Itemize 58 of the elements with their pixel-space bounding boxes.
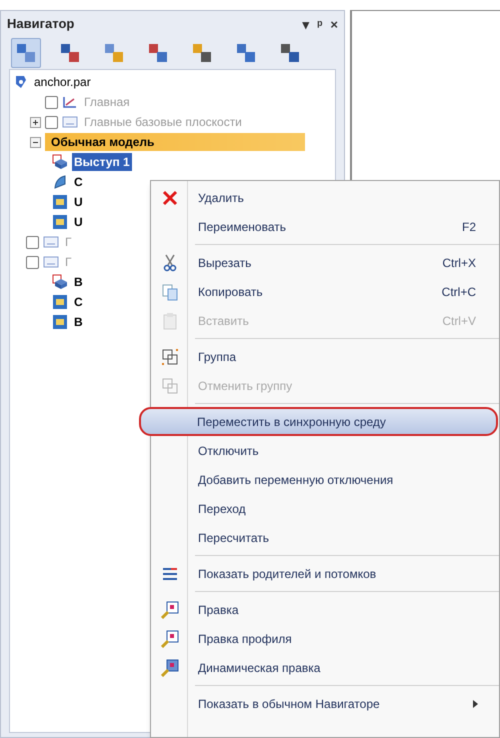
plane-icon xyxy=(62,115,78,129)
menu-item[interactable]: Переход xyxy=(152,494,498,523)
edit-icon xyxy=(161,630,179,648)
menu-item[interactable]: Переместить в синхронную среду xyxy=(139,407,498,436)
tree-item[interactable]: С xyxy=(72,293,85,311)
menu-item[interactable]: Копировать Ctrl+C xyxy=(152,277,498,306)
panel-control-button[interactable]: × xyxy=(330,18,338,30)
paste-icon xyxy=(161,312,179,330)
toolbar-icon xyxy=(235,42,257,64)
panel-control-button[interactable]: ᵖ xyxy=(317,18,322,30)
menu-item[interactable]: Добавить переменную отключения xyxy=(152,465,498,494)
toolbar-icon xyxy=(147,42,169,64)
panel-title: Навигатор xyxy=(7,15,74,34)
edit-icon xyxy=(161,658,179,676)
menu-item[interactable]: Показать родителей и потомков xyxy=(152,559,498,588)
menu-item[interactable]: Удалить xyxy=(152,183,498,212)
edit-icon xyxy=(161,600,179,618)
copy-icon xyxy=(161,282,179,300)
toolbar-icon xyxy=(103,42,125,64)
tree-item[interactable]: anchor.par xyxy=(32,73,93,91)
tree-item[interactable]: Обычная модель xyxy=(45,133,305,151)
toolbar-icon xyxy=(59,42,81,64)
scissors-icon xyxy=(162,254,178,272)
menu-item[interactable]: Показать в обычном Навигаторе xyxy=(152,689,498,718)
toolbar-icon xyxy=(191,42,213,64)
tree-item[interactable]: В xyxy=(72,313,85,331)
feature-icon xyxy=(52,214,68,230)
toolbar-button[interactable] xyxy=(11,38,41,68)
tree-item[interactable]: В xyxy=(72,273,85,291)
feature-icon xyxy=(52,314,68,330)
toolbar-icon xyxy=(15,42,37,64)
block-icon xyxy=(52,274,68,290)
menu-item[interactable]: Переименовать F2 xyxy=(152,212,498,241)
menu-item[interactable]: Отключить xyxy=(152,436,498,465)
tree-item[interactable]: U xyxy=(72,193,85,211)
toolbar-icon xyxy=(279,42,301,64)
menu-item[interactable]: Динамическая правка xyxy=(152,653,498,682)
tree-item[interactable]: U xyxy=(72,213,85,231)
menu-item[interactable]: Правка xyxy=(152,595,498,624)
menu-item[interactable]: Правка профиля xyxy=(152,624,498,653)
block-icon xyxy=(52,154,68,170)
delete-icon xyxy=(161,188,179,206)
feature-icon xyxy=(52,294,68,310)
plane-icon xyxy=(43,255,59,269)
tree-item[interactable]: С xyxy=(72,173,85,191)
plane-icon xyxy=(43,235,59,249)
surface-icon xyxy=(52,174,68,190)
part-file-icon xyxy=(14,74,28,90)
feature-icon xyxy=(52,194,68,210)
menu-item[interactable]: Группа xyxy=(152,342,498,371)
group-icon xyxy=(161,348,179,366)
menu-item[interactable]: Пересчитать xyxy=(152,523,498,552)
panel-control-button[interactable]: ▾ xyxy=(302,18,310,30)
expander-toggle[interactable] xyxy=(30,136,41,148)
menu-item[interactable]: Вырезать Ctrl+X xyxy=(152,248,498,277)
ungroup-icon xyxy=(161,376,179,394)
tree-item[interactable]: Выступ 1 xyxy=(72,153,132,171)
sketch-icon xyxy=(62,95,78,109)
